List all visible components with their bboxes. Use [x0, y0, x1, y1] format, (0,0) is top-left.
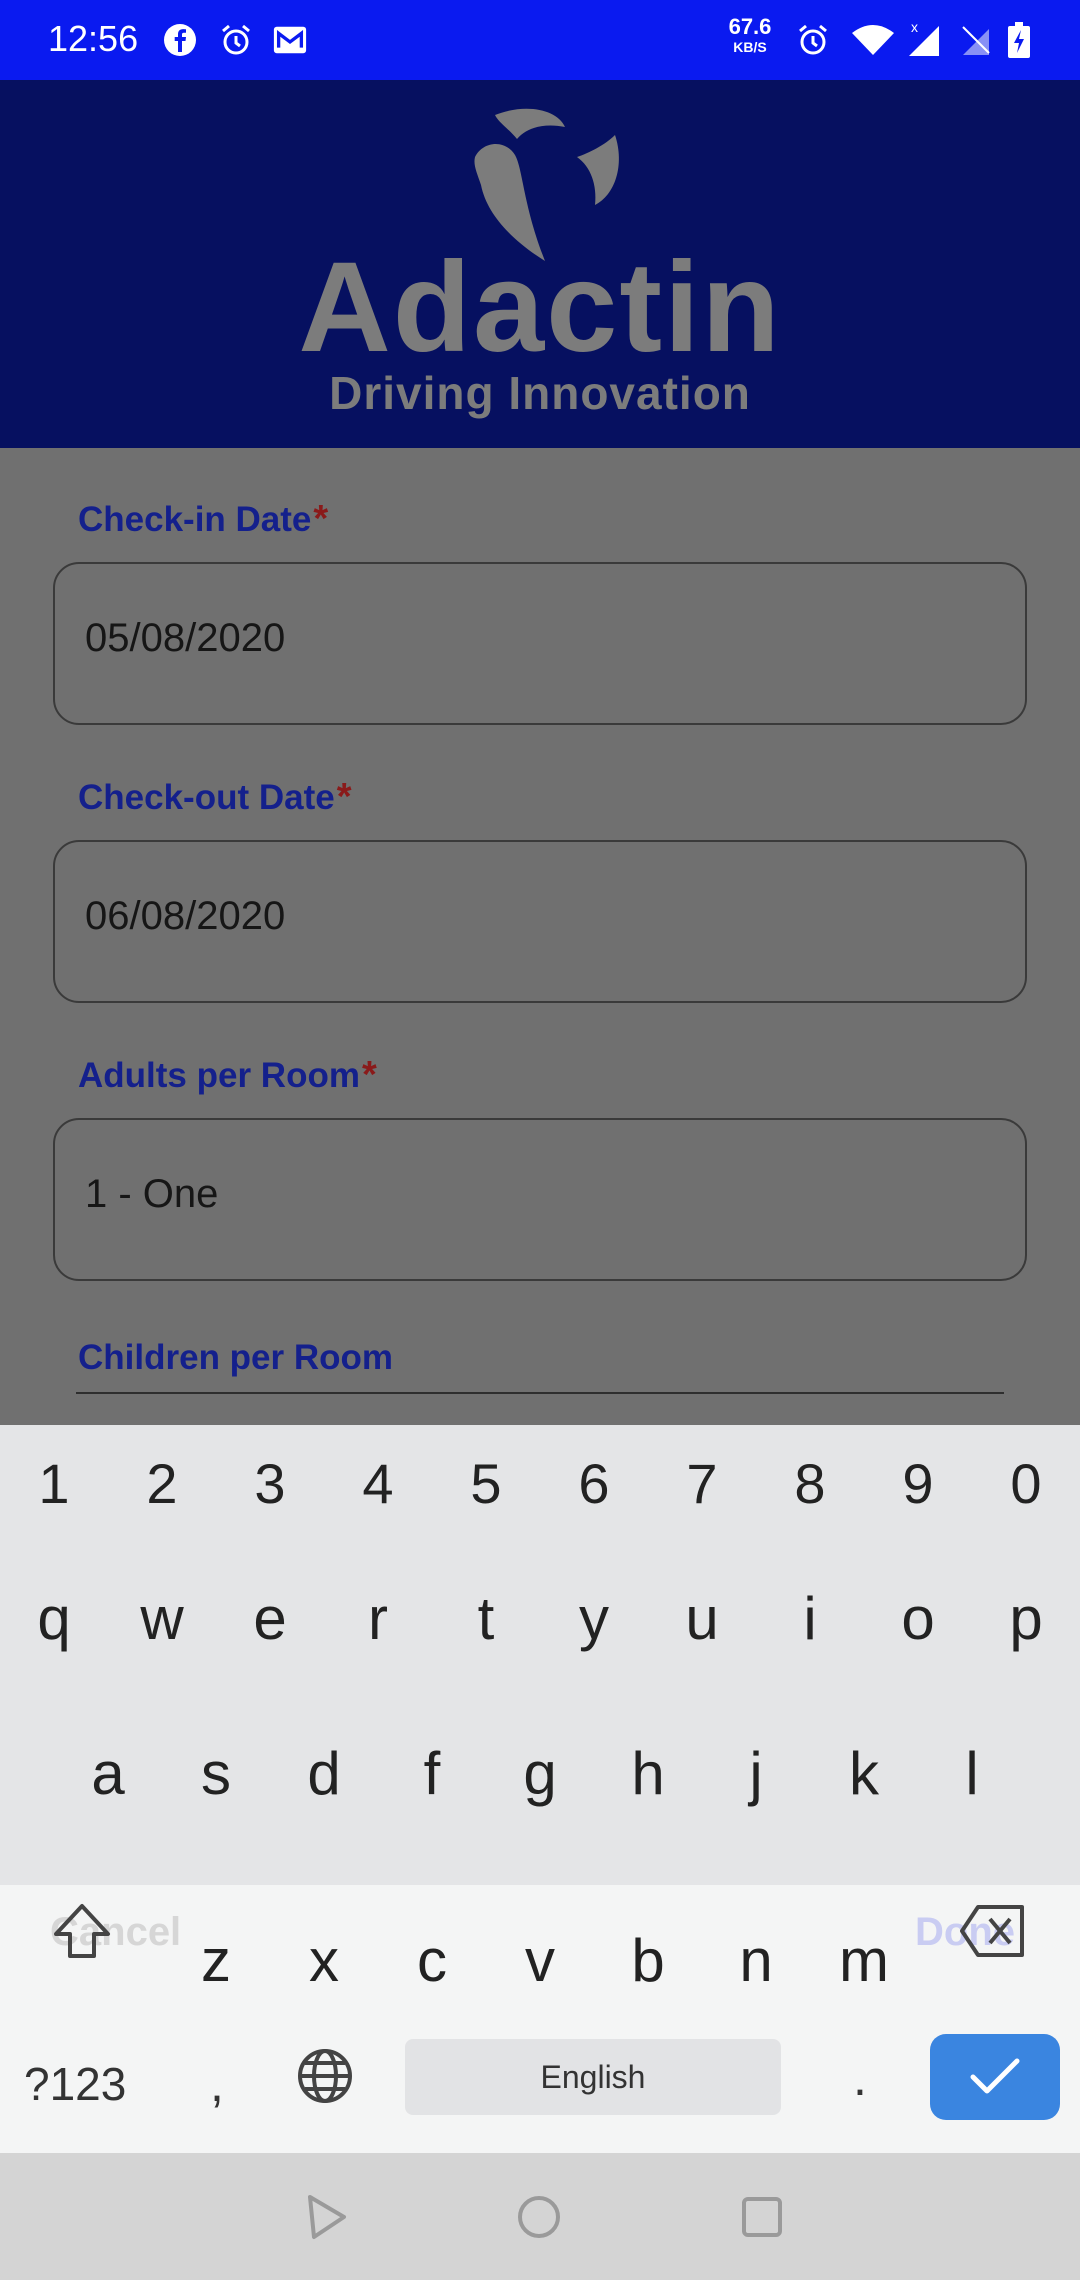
key-h[interactable]: h [594, 1696, 702, 1851]
brand-tagline: Driving Innovation [329, 367, 751, 419]
keyboard-row-qwerty: q w e r t y u i o p [0, 1541, 1080, 1696]
key-i[interactable]: i [756, 1541, 864, 1696]
home-nav-button[interactable] [511, 2189, 567, 2245]
net-speed-value: 67.6 [728, 14, 772, 39]
key-l[interactable]: l [918, 1696, 1026, 1851]
key-m[interactable]: m [810, 1885, 918, 2035]
status-time: 12:56 [48, 18, 139, 59]
adults-label: Adults per Room* [78, 1054, 377, 1097]
brand-name: Adactin [298, 236, 782, 379]
key-u[interactable]: u [648, 1541, 756, 1696]
back-nav-button[interactable] [298, 2189, 354, 2245]
required-mark: * [313, 498, 329, 540]
required-mark: * [336, 776, 352, 818]
key-o[interactable]: o [864, 1541, 972, 1696]
enter-key[interactable] [930, 2034, 1060, 2120]
comma-key[interactable]: , [210, 2055, 224, 2113]
checkout-date-value: 06/08/2020 [85, 894, 286, 938]
adults-label-text: Adults per Room [78, 1056, 360, 1095]
no-sim-icon [958, 22, 994, 58]
signal-icon: x [905, 20, 945, 58]
key-a[interactable]: a [54, 1696, 162, 1851]
facebook-icon [162, 22, 198, 58]
home-circle-icon [518, 2196, 560, 2238]
key-1[interactable]: 1 [0, 1425, 108, 1541]
key-w[interactable]: w [108, 1541, 216, 1696]
space-bar-label: English [540, 2058, 646, 2095]
key-e[interactable]: e [216, 1541, 324, 1696]
status-bar: 12:56 67.6 KB/S x [0, 0, 1080, 80]
adults-per-room-value: 1 - One [85, 1172, 219, 1216]
shift-icon[interactable] [50, 1900, 114, 1964]
key-b[interactable]: b [594, 1885, 702, 2035]
key-r[interactable]: r [324, 1541, 432, 1696]
battery-charging-icon [1006, 22, 1032, 58]
key-c[interactable]: c [378, 1885, 486, 2035]
key-f[interactable]: f [378, 1696, 486, 1851]
alarm-icon [218, 22, 254, 58]
key-g[interactable]: g [486, 1696, 594, 1851]
checkout-label: Check-out Date* [78, 776, 352, 819]
key-s[interactable]: s [162, 1696, 270, 1851]
keyboard-row-asdf: a s d f g h j k l [0, 1696, 1080, 1851]
alarm-icon [795, 22, 831, 58]
period-key[interactable]: . [853, 2049, 867, 2107]
globe-icon[interactable] [296, 2047, 354, 2105]
key-x[interactable]: x [270, 1885, 378, 2035]
adults-per-room-field[interactable]: 1 - One [53, 1118, 1027, 1281]
net-speed: 67.6 KB/S [722, 14, 778, 55]
key-4[interactable]: 4 [324, 1425, 432, 1541]
key-7[interactable]: 7 [648, 1425, 756, 1541]
net-speed-unit: KB/S [733, 39, 767, 55]
key-q[interactable]: q [0, 1541, 108, 1696]
checkin-date-field[interactable]: 05/08/2020 [53, 562, 1027, 725]
key-0[interactable]: 0 [972, 1425, 1080, 1541]
symbols-key[interactable]: ?123 [24, 2057, 126, 2111]
key-n[interactable]: n [702, 1885, 810, 2035]
keyboard-number-row: 1 2 3 4 5 6 7 8 9 0 [0, 1425, 1080, 1541]
svg-text:x: x [911, 20, 918, 35]
key-3[interactable]: 3 [216, 1425, 324, 1541]
key-v[interactable]: v [486, 1885, 594, 2035]
key-k[interactable]: k [810, 1696, 918, 1851]
soft-keyboard: 1 2 3 4 5 6 7 8 9 0 q w e r t y u i o p … [0, 1425, 1080, 2153]
key-5[interactable]: 5 [432, 1425, 540, 1541]
key-y[interactable]: y [540, 1541, 648, 1696]
children-per-room-field[interactable] [76, 1392, 1004, 1394]
key-d[interactable]: d [270, 1696, 378, 1851]
wifi-icon [850, 22, 896, 58]
checkin-label: Check-in Date* [78, 498, 328, 541]
key-z[interactable]: z [162, 1885, 270, 2035]
space-bar[interactable]: English [405, 2039, 781, 2115]
gmail-icon [272, 22, 308, 58]
required-mark: * [361, 1054, 377, 1096]
recents-nav-button[interactable] [734, 2189, 790, 2245]
checkmark-icon [970, 2058, 1020, 2094]
booking-form: Check-in Date* 05/08/2020 Check-out Date… [0, 448, 1080, 1425]
checkout-label-text: Check-out Date [78, 778, 335, 817]
key-j[interactable]: j [702, 1696, 810, 1851]
key-p[interactable]: p [972, 1541, 1080, 1696]
back-triangle-icon [308, 2195, 346, 2239]
key-8[interactable]: 8 [756, 1425, 864, 1541]
children-label: Children per Room [78, 1338, 393, 1378]
key-2[interactable]: 2 [108, 1425, 216, 1541]
recents-square-icon [742, 2197, 782, 2237]
backspace-icon[interactable] [958, 1903, 1028, 1959]
checkin-label-text: Check-in Date [78, 500, 312, 539]
key-6[interactable]: 6 [540, 1425, 648, 1541]
children-label-text: Children per Room [78, 1338, 394, 1377]
checkout-date-field[interactable]: 06/08/2020 [53, 840, 1027, 1003]
key-t[interactable]: t [432, 1541, 540, 1696]
checkin-date-value: 05/08/2020 [85, 616, 286, 660]
key-9[interactable]: 9 [864, 1425, 972, 1541]
system-nav-bar [0, 2153, 1080, 2280]
keyboard-row-zxcv: z x c v b n m [0, 1885, 1080, 2035]
